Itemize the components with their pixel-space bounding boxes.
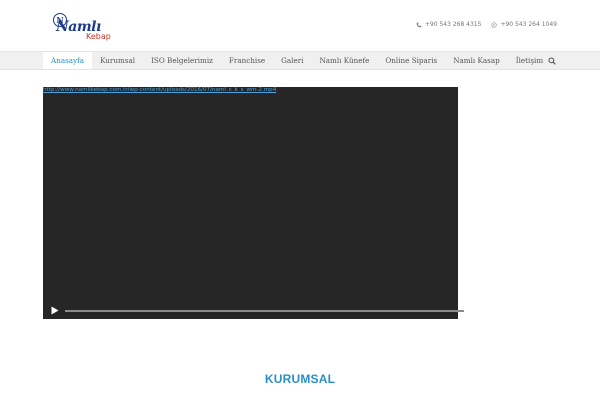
whatsapp-icon — [491, 21, 498, 28]
section-title: KURUMSAL — [264, 372, 336, 386]
video-player[interactable]: http://www.namlikebap.com.tr/wp-content/… — [43, 87, 494, 319]
play-icon[interactable] — [51, 306, 59, 315]
nav-item-3[interactable]: Franchise — [221, 52, 273, 69]
nav-item-6[interactable]: Online Siparis — [377, 52, 445, 69]
video-progress-bar[interactable] — [65, 309, 464, 312]
nav-item-1[interactable]: Kurumsal — [92, 52, 143, 69]
site-header: N Namlı Kebap +90 543 268 4315 +90 543 2… — [0, 0, 600, 52]
contact-phone[interactable]: +90 543 268 4315 — [416, 21, 482, 28]
nav-menu: Anasayfa Kurumsal ISO Belgelerimiz Franchis… — [43, 52, 551, 69]
video-controls — [43, 302, 494, 319]
contact-phone-text: +90 543 268 4315 — [424, 21, 482, 28]
nav-item-8[interactable]: İletişim — [508, 52, 551, 69]
volume-icon[interactable] — [471, 306, 480, 315]
phone-icon — [416, 22, 422, 27]
nav-item-2[interactable]: ISO Belgelerimiz — [143, 52, 221, 69]
nav-item-4[interactable]: Galeri — [273, 52, 311, 69]
contact-bar: +90 543 268 4315 +90 543 264 1049 — [416, 21, 557, 28]
search-icon[interactable] — [548, 57, 556, 65]
nav-item-0[interactable]: Anasayfa — [43, 52, 93, 69]
main-navbar: Anasayfa Kurumsal ISO Belgelerimiz Franchis… — [0, 51, 600, 70]
logo-subtitle: Kebap — [86, 32, 111, 41]
video-progress-track — [65, 309, 464, 312]
nav-item-5[interactable]: Namlı Künefe — [311, 52, 377, 69]
video-source-link[interactable]: http://www.namlikebap.com.tr/wp-content/… — [43, 87, 276, 93]
contact-whatsapp[interactable]: +90 543 264 1049 — [491, 21, 557, 28]
fullscreen-icon[interactable] — [485, 306, 494, 315]
nav-item-7[interactable]: Namlı Kasap — [445, 52, 508, 69]
site-logo[interactable]: N Namlı Kebap — [53, 13, 113, 43]
contact-whatsapp-text: +90 543 264 1049 — [500, 21, 557, 28]
